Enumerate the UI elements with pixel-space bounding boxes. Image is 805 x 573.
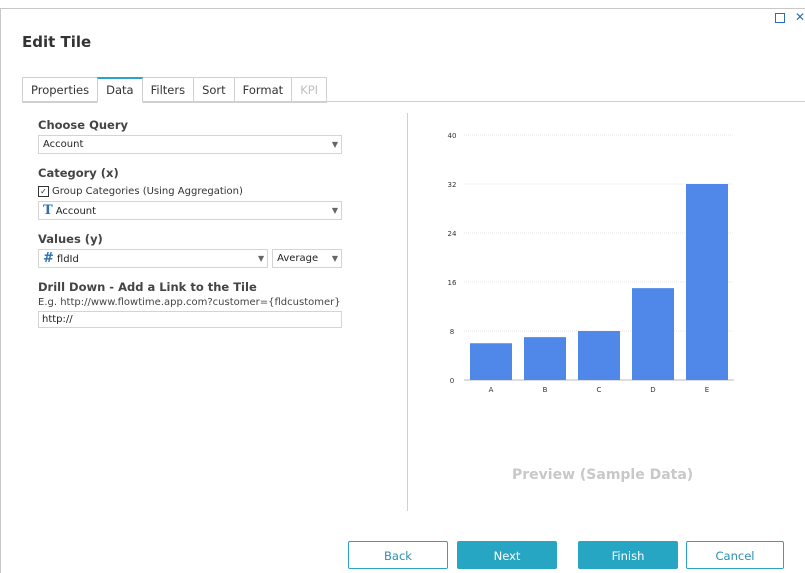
group-categories-row[interactable]: ✓ Group Categories (Using Aggregation) xyxy=(38,183,342,199)
bar xyxy=(632,288,674,380)
y-tick-label: 24 xyxy=(448,230,457,238)
aggregation-select[interactable]: Average ▼ xyxy=(272,249,342,268)
query-select-value: Account xyxy=(43,139,84,150)
y-tick-label: 0 xyxy=(450,377,454,385)
number-type-icon: # xyxy=(43,251,54,266)
maximize-icon[interactable] xyxy=(774,13,785,23)
back-button[interactable]: Back xyxy=(348,541,448,569)
x-tick-label: D xyxy=(650,386,655,394)
chevron-down-icon: ▼ xyxy=(331,254,338,263)
bar xyxy=(578,331,620,380)
values-field-select[interactable]: # fldId ▼ xyxy=(38,249,269,268)
chevron-down-icon: ▼ xyxy=(257,254,265,263)
x-tick-label: B xyxy=(543,386,548,394)
tab-data[interactable]: Data xyxy=(97,77,143,103)
drilldown-hint: E.g. http://www.flowtime.app.com?custome… xyxy=(38,297,341,308)
chevron-down-icon: ▼ xyxy=(331,140,338,149)
tab-sort[interactable]: Sort xyxy=(193,77,235,103)
query-select[interactable]: Account ▼ xyxy=(38,135,342,154)
x-tick-label: C xyxy=(597,386,602,394)
preview-caption: Preview (Sample Data) xyxy=(512,467,694,483)
drilldown-label: Drill Down - Add a Link to the Tile xyxy=(38,280,257,294)
group-categories-label: Group Categories (Using Aggregation) xyxy=(52,185,243,197)
data-settings-panel: Choose Query Account ▼ Category (x) ✓ Gr… xyxy=(38,118,342,328)
y-tick-label: 8 xyxy=(450,328,454,336)
choose-query-label: Choose Query xyxy=(38,118,129,132)
category-select[interactable]: T Account ▼ xyxy=(38,201,342,220)
values-label: Values (y) xyxy=(38,232,103,246)
y-tick-label: 16 xyxy=(448,279,457,287)
tab-bar: Properties Data Filters Sort Format KPI xyxy=(22,77,328,103)
next-button[interactable]: Next xyxy=(457,541,557,569)
cancel-button[interactable]: Cancel xyxy=(686,541,784,569)
dialog-title: Edit Tile xyxy=(22,33,92,51)
bar xyxy=(686,184,728,380)
window-controls: ✕ xyxy=(774,11,805,23)
x-tick-label: A xyxy=(489,386,494,394)
bar xyxy=(524,337,566,380)
finish-button[interactable]: Finish xyxy=(578,541,678,569)
drilldown-url-input[interactable]: http:// xyxy=(38,311,342,328)
window-top-border xyxy=(0,8,805,9)
chevron-down-icon: ▼ xyxy=(331,206,338,215)
category-label: Category (x) xyxy=(38,166,119,180)
panel-divider xyxy=(407,113,408,511)
text-type-icon: T xyxy=(43,203,53,218)
preview-bar-chart: 0 8 16 24 32 40 A B C D E xyxy=(448,132,734,394)
close-icon[interactable]: ✕ xyxy=(795,11,805,23)
category-select-value: Account xyxy=(55,206,97,217)
y-tick-label: 32 xyxy=(448,181,457,189)
values-field-value: fldId xyxy=(56,254,79,265)
group-categories-checkbox[interactable]: ✓ xyxy=(38,185,49,197)
window-left-border xyxy=(0,8,1,573)
tab-properties[interactable]: Properties xyxy=(22,77,99,103)
bar xyxy=(470,343,512,380)
tab-format[interactable]: Format xyxy=(233,77,293,103)
tab-kpi: KPI xyxy=(291,77,328,103)
tab-filters[interactable]: Filters xyxy=(141,77,195,103)
x-tick-label: E xyxy=(705,386,709,394)
aggregation-value: Average xyxy=(277,253,319,264)
y-tick-label: 40 xyxy=(448,132,457,140)
